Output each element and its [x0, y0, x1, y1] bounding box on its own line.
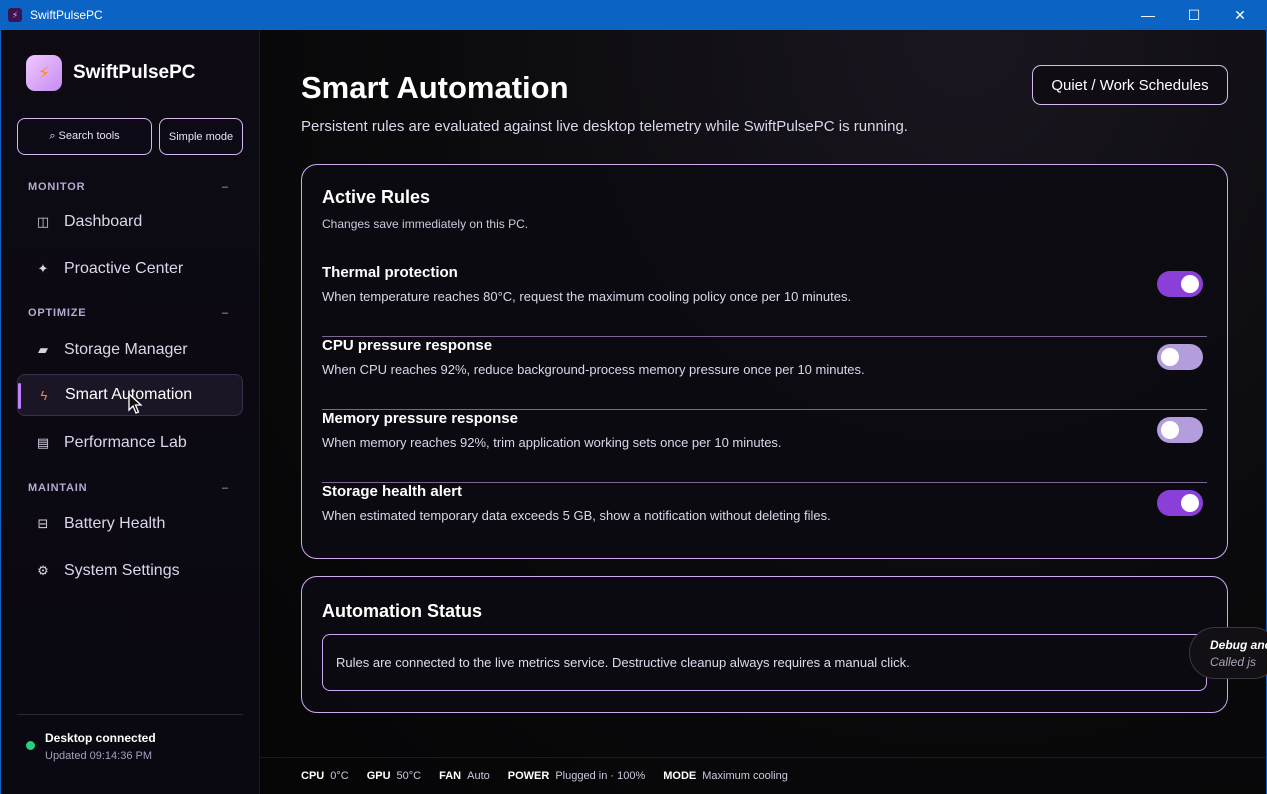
gear-icon: ⚙ [37, 563, 49, 578]
section-label-monitor: MONITOR [28, 181, 86, 193]
lightning-icon: ϟ [40, 387, 48, 403]
rule-title: Memory pressure response [322, 410, 518, 427]
cpu-readout: CPU 0°C [301, 770, 349, 782]
sidebar-item-label: Battery Health [64, 515, 166, 532]
gpu-value: 50°C [396, 770, 422, 782]
sparkle-icon: ✦ [37, 261, 49, 276]
card-title: Automation Status [322, 601, 482, 621]
simple-mode-button[interactable]: Simple mode [159, 118, 243, 155]
brand: ⚡ SwiftPulsePC [26, 55, 195, 91]
rule-title: Storage health alert [322, 483, 463, 500]
fan-readout: FAN Auto [439, 770, 490, 782]
toggle-knob [1181, 275, 1199, 293]
search-tools-button[interactable]: ⌕ Search tools [17, 118, 152, 155]
rule-row: CPU pressure response When CPU reaches 9… [322, 337, 1207, 410]
sidebar-item-dashboard[interactable]: ◫ Dashboard [17, 201, 243, 243]
toggle-knob [1161, 348, 1179, 366]
automation-status-message: Rules are connected to the live metrics … [322, 634, 1207, 691]
collapse-monitor-icon[interactable]: – [222, 181, 228, 193]
connection-status-title: Desktop connected [45, 731, 156, 745]
sidebar-item-proactive-center[interactable]: ✦ Proactive Center [17, 248, 243, 290]
sidebar-item-label: System Settings [64, 562, 180, 579]
quiet-work-schedules-button[interactable]: Quiet / Work Schedules [1032, 65, 1228, 105]
sidebar-item-label: Performance Lab [64, 434, 187, 451]
gpu-readout: GPU 50°C [367, 770, 421, 782]
mode-readout: MODE Maximum cooling [663, 770, 788, 782]
storage-icon: ▰ [38, 342, 48, 357]
collapse-optimize-icon[interactable]: – [222, 307, 228, 319]
page-subtitle: Persistent rules are evaluated against l… [301, 118, 908, 135]
title-bar: ⚡ SwiftPulsePC — ☐ ✕ [0, 0, 1267, 30]
app-window: ⚡ SwiftPulsePC ⌕ Search tools Simple mod… [0, 30, 1267, 794]
cpu-value: 0°C [330, 770, 349, 782]
toggle-knob [1161, 421, 1179, 439]
rule-title: CPU pressure response [322, 337, 493, 354]
maximize-icon[interactable]: ☐ [1171, 0, 1217, 30]
fan-label: FAN [439, 770, 462, 782]
rule-toggle[interactable] [1157, 490, 1203, 516]
cpu-label: CPU [301, 770, 325, 782]
mouse-cursor-icon [128, 393, 143, 414]
rule-row: Thermal protection When temperature reac… [322, 264, 1207, 337]
rule-title: Thermal protection [322, 264, 458, 281]
sidebar-item-label: Storage Manager [64, 341, 188, 358]
power-label: POWER [507, 770, 550, 782]
power-value: Plugged in · 100% [555, 770, 646, 782]
toggle-knob [1181, 494, 1199, 512]
brand-name: SwiftPulsePC [73, 62, 196, 83]
sidebar-item-label: Proactive Center [64, 260, 184, 277]
rule-toggle[interactable] [1157, 271, 1203, 297]
rule-toggle[interactable] [1157, 344, 1203, 370]
close-icon[interactable]: ✕ [1217, 0, 1263, 30]
rule-row: Memory pressure response When memory rea… [322, 410, 1207, 483]
card-subtitle: Changes save immediately on this PC. [322, 217, 529, 231]
card-title: Active Rules [322, 187, 431, 207]
dashboard-icon: ◫ [36, 214, 50, 229]
battery-icon: ⊟ [37, 516, 49, 531]
sidebar-item-label: Dashboard [64, 213, 143, 230]
rule-description: When CPU reaches 92%, reduce background-… [322, 362, 865, 377]
automation-status-card: Automation Status Rules are connected to… [301, 576, 1228, 713]
rule-description: When memory reaches 92%, trim applicatio… [322, 435, 782, 450]
sidebar-item-battery-health[interactable]: ⊟ Battery Health [17, 503, 243, 545]
sidebar-item-storage-manager[interactable]: ▰ Storage Manager [17, 329, 243, 371]
fan-value: Auto [467, 770, 490, 782]
collapse-maintain-icon[interactable]: – [222, 482, 228, 494]
mode-value: Maximum cooling [702, 770, 788, 782]
power-readout: POWER Plugged in · 100% [508, 770, 645, 782]
sidebar-item-performance-lab[interactable]: ▤ Performance Lab [17, 422, 243, 464]
page-title: Smart Automation [301, 70, 569, 105]
telemetry-status-bar: CPU 0°C GPU 50°C FAN Auto POWER Plugged in ·… [260, 757, 1266, 794]
rule-description: When estimated temporary data exceeds 5 … [322, 508, 831, 523]
section-label-optimize: OPTIMIZE [28, 307, 87, 319]
gpu-label: GPU [366, 770, 391, 782]
list-icon: ▤ [36, 435, 50, 450]
lightning-icon: ⚡ [26, 55, 62, 91]
connection-updated-time: Updated 09:14:36 PM [45, 750, 153, 762]
minimize-icon[interactable]: — [1125, 0, 1171, 30]
main-content: Smart Automation Persistent rules are ev… [260, 30, 1266, 794]
rule-toggle[interactable] [1157, 417, 1203, 443]
app-icon: ⚡ [8, 8, 22, 22]
window-title: SwiftPulsePC [30, 8, 103, 22]
section-label-maintain: MAINTAIN [28, 482, 88, 494]
sidebar-divider [17, 714, 243, 715]
rule-description: When temperature reaches 80°C, request t… [322, 289, 852, 304]
mode-label: MODE [663, 770, 697, 782]
rule-row: Storage health alert When estimated temp… [322, 483, 1207, 556]
active-rules-card: Active Rules Changes save immediately on… [301, 164, 1228, 559]
connection-status-dot [26, 741, 35, 750]
sidebar-item-system-settings[interactable]: ⚙ System Settings [17, 550, 243, 592]
